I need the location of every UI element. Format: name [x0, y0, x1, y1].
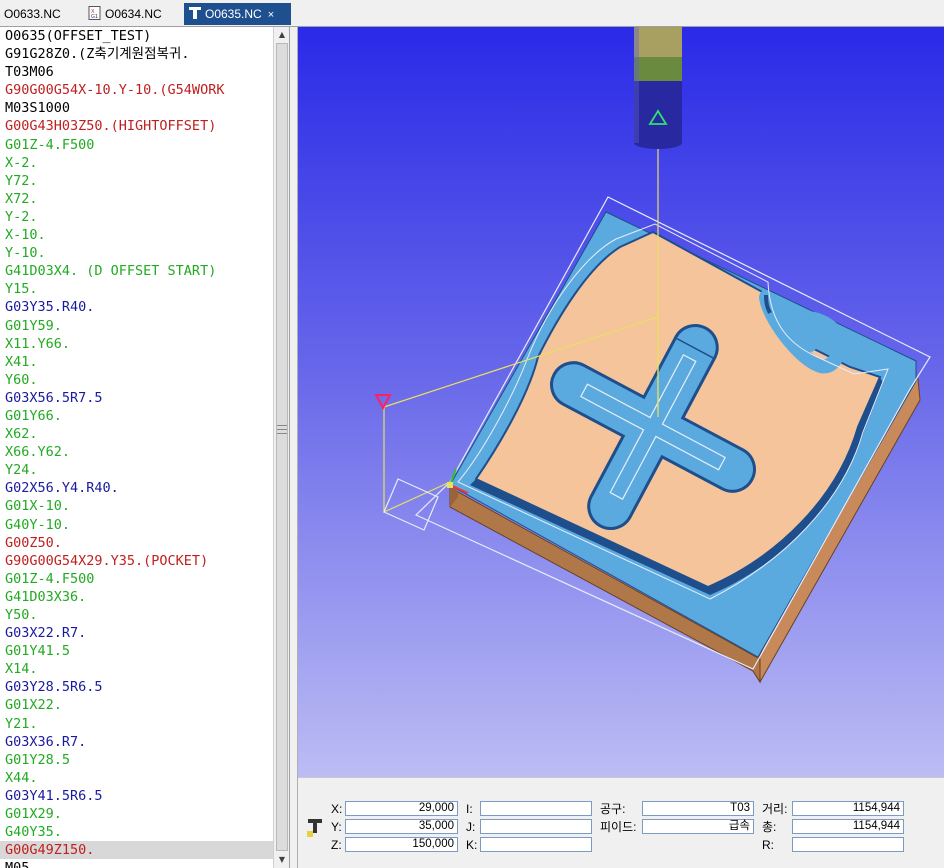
tool-label: 공구:: [600, 802, 626, 816]
rapid-move-descent: [383, 407, 451, 513]
code-line[interactable]: M05: [5, 859, 273, 868]
code-line[interactable]: G03X56.5R7.5: [5, 389, 273, 407]
code-line[interactable]: G90G00G54X-10.Y-10.(G54WORK: [5, 81, 273, 99]
code-line[interactable]: G00G43H03Z50.(HIGHTOFFSET): [5, 117, 273, 135]
k-value-field: [480, 837, 592, 852]
x-label: X:: [331, 802, 343, 816]
code-line[interactable]: G03X36.R7.: [5, 733, 273, 751]
code-line[interactable]: G41D03X4. (D OFFSET START): [5, 262, 273, 280]
k-label: K:: [466, 838, 478, 852]
r-label: R:: [762, 838, 774, 852]
code-line[interactable]: G00Z50.: [5, 534, 273, 552]
code-line[interactable]: X72.: [5, 190, 273, 208]
code-line[interactable]: G03Y28.5R6.5: [5, 678, 273, 696]
feed-label: 피이드:: [600, 820, 637, 834]
tab-label: O0635.NC: [205, 7, 262, 21]
code-line[interactable]: G01Z-4.F500: [5, 136, 273, 154]
code-line[interactable]: X44.: [5, 769, 273, 787]
scroll-thumb[interactable]: [276, 43, 288, 851]
code-line[interactable]: G03X22.R7.: [5, 624, 273, 642]
svg-text:G1: G1: [91, 14, 98, 20]
code-line[interactable]: X-10.: [5, 226, 273, 244]
y-label: Y:: [331, 820, 342, 834]
file-tab-bar: O0633.NC X G1 O0634.NC O0635.NC ×: [0, 0, 944, 27]
tab-o0634[interactable]: X G1 O0634.NC: [88, 3, 162, 25]
total-value-field: 1154,944: [792, 819, 904, 834]
code-line[interactable]: T03M06: [5, 63, 273, 81]
tab-label: O0633.NC: [4, 7, 61, 21]
tab-o0635[interactable]: O0635.NC ×: [184, 3, 291, 25]
code-line[interactable]: G40Y-10.: [5, 516, 273, 534]
code-line[interactable]: M03S1000: [5, 99, 273, 117]
code-line[interactable]: G03Y35.R40.: [5, 298, 273, 316]
i-label: I:: [466, 802, 473, 816]
code-line[interactable]: G03Y41.5R6.5: [5, 787, 273, 805]
r-value-field: [792, 837, 904, 852]
code-line[interactable]: G90G00G54X29.Y35.(POCKET): [5, 552, 273, 570]
scroll-up-icon[interactable]: ▲: [274, 27, 289, 43]
code-line[interactable]: G01Y59.: [5, 317, 273, 335]
y-value-field: 35,000: [345, 819, 458, 834]
code-line[interactable]: Y50.: [5, 606, 273, 624]
code-line-current[interactable]: G00G49Z150.: [0, 841, 273, 860]
j-value-field: [480, 819, 592, 834]
code-line[interactable]: G01X-10.: [5, 497, 273, 515]
code-lines: O0635(OFFSET_TEST) G91G28Z0.(Z축기계원점복귀. T03…: [0, 27, 273, 868]
code-line[interactable]: Y-10.: [5, 244, 273, 262]
tab-label: O0634.NC: [105, 7, 162, 21]
code-line[interactable]: Y-2.: [5, 208, 273, 226]
code-line[interactable]: Y24.: [5, 461, 273, 479]
code-line[interactable]: G40Y35.: [5, 823, 273, 841]
code-line[interactable]: G91G28Z0.(Z축기계원점복귀.: [5, 45, 273, 63]
code-line[interactable]: G01X29.: [5, 805, 273, 823]
code-line[interactable]: G01Y41.5: [5, 642, 273, 660]
tool-icon: [189, 7, 201, 19]
nc-code-editor[interactable]: O0635(OFFSET_TEST) G91G28Z0.(Z축기계원점복귀. T03…: [0, 27, 290, 868]
simulation-viewport[interactable]: [298, 27, 944, 777]
coordinate-status-panel: X: 29,000 Y: 35,000 Z: 150,000 I: J: K: …: [298, 777, 944, 868]
code-line[interactable]: G02X56.Y4.R40.: [5, 479, 273, 497]
tab-close-icon[interactable]: ×: [268, 9, 274, 21]
code-line[interactable]: G01Y28.5: [5, 751, 273, 769]
tool-value-field: T03: [642, 801, 754, 816]
vertical-scrollbar[interactable]: ▲ ▼: [273, 27, 289, 868]
code-line[interactable]: G01Z-4.F500: [5, 570, 273, 588]
nc-file-icon: X G1: [88, 6, 101, 20]
feed-value-field: 급속: [642, 819, 754, 834]
j-label: J:: [466, 820, 476, 834]
scroll-grip-icon: [277, 425, 287, 434]
code-line[interactable]: O0635(OFFSET_TEST): [5, 27, 273, 45]
code-line[interactable]: Y15.: [5, 280, 273, 298]
code-line[interactable]: X41.: [5, 353, 273, 371]
x-value-field: 29,000: [345, 801, 458, 816]
scroll-down-icon[interactable]: ▼: [274, 852, 289, 868]
code-line[interactable]: X66.Y62.: [5, 443, 273, 461]
code-line[interactable]: G01X22.: [5, 696, 273, 714]
cutting-tool: [634, 27, 682, 149]
code-line[interactable]: X-2.: [5, 154, 273, 172]
code-line[interactable]: G41D03X36.: [5, 588, 273, 606]
code-line[interactable]: X62.: [5, 425, 273, 443]
distance-label: 거리:: [762, 802, 788, 816]
i-value-field: [480, 801, 592, 816]
code-line[interactable]: Y21.: [5, 715, 273, 733]
code-line[interactable]: X11.Y66.: [5, 335, 273, 353]
code-line[interactable]: Y72.: [5, 172, 273, 190]
distance-value-field: 1154,944: [792, 801, 904, 816]
tool-icon: [307, 819, 322, 837]
z-value-field: 150,000: [345, 837, 458, 852]
z-label: Z:: [331, 838, 342, 852]
pane-splitter[interactable]: [290, 27, 298, 868]
tab-o0633[interactable]: O0633.NC: [4, 3, 61, 25]
code-line[interactable]: X14.: [5, 660, 273, 678]
code-line[interactable]: Y60.: [5, 371, 273, 389]
total-label: 총:: [762, 820, 777, 834]
code-line[interactable]: G01Y66.: [5, 407, 273, 425]
start-box: [383, 478, 439, 531]
machining-scene: [374, 27, 931, 684]
